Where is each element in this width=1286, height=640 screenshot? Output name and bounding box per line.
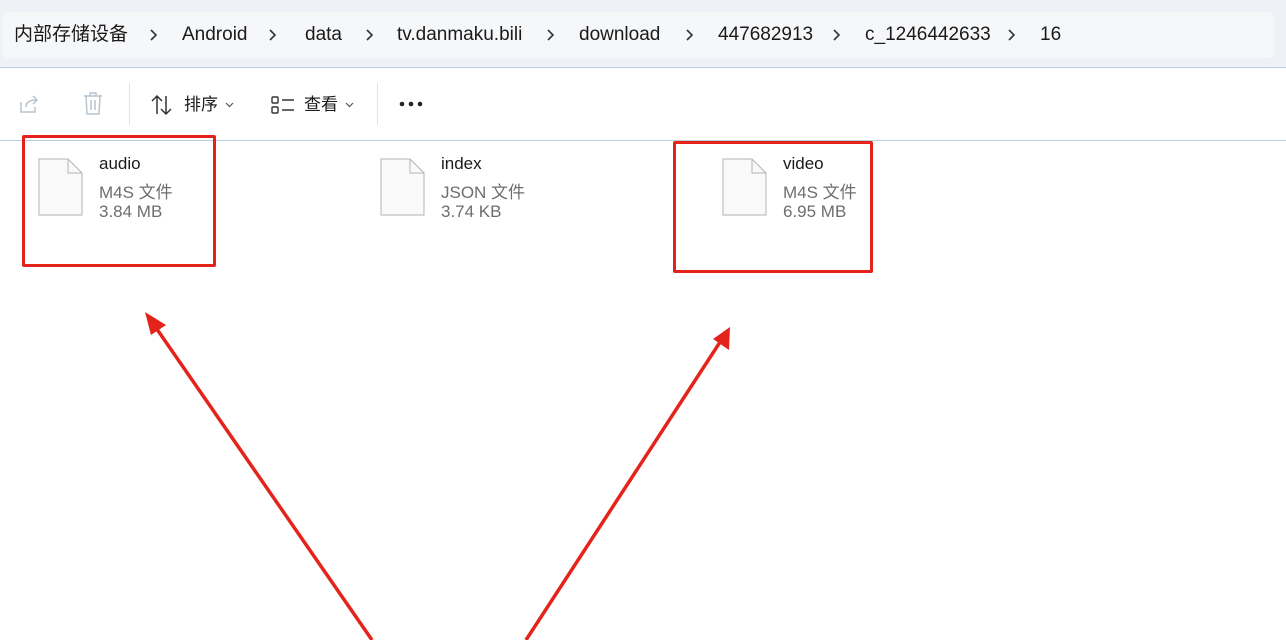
view-button[interactable]: 查看 [268, 90, 360, 120]
highlight-box-audio [22, 135, 216, 267]
file-item-index[interactable]: index JSON 文件 3.74 KB [380, 154, 580, 238]
chevron-down-icon [225, 102, 234, 108]
view-details-icon [271, 96, 294, 114]
breadcrumb-item-android[interactable]: Android [182, 23, 248, 47]
breadcrumb-item-16[interactable]: 16 [1040, 23, 1061, 47]
file-name: index [441, 154, 482, 173]
breadcrumb-item-internal-storage[interactable]: 内部存储设备 [14, 23, 128, 47]
sort-button[interactable]: 排序 [148, 90, 240, 120]
breadcrumb-item-bili[interactable]: tv.danmaku.bili [397, 23, 522, 47]
file-size: 3.74 KB [441, 202, 502, 221]
toolbar-divider [377, 83, 378, 125]
trash-icon[interactable] [82, 91, 104, 117]
more-icon[interactable] [398, 100, 424, 108]
file-explorer-window: 内部存储设备 Android data tv.danmaku.bili down… [0, 0, 1286, 640]
breadcrumb-item-447682913[interactable]: 447682913 [718, 23, 813, 47]
chevron-right-icon [833, 29, 841, 41]
sort-label: 排序 [184, 95, 218, 114]
breadcrumb-item-download[interactable]: download [579, 23, 660, 47]
arrow-to-audio [145, 312, 374, 640]
chevron-right-icon [686, 29, 694, 41]
share-icon[interactable] [17, 92, 41, 116]
toolbar-divider [129, 83, 130, 125]
chevron-down-icon [345, 102, 354, 108]
chevron-right-icon [1008, 29, 1016, 41]
breadcrumb-item-data[interactable]: data [305, 23, 342, 47]
file-icon [380, 158, 425, 216]
sort-icon [151, 94, 172, 116]
chevron-right-icon [547, 29, 555, 41]
chevron-right-icon [366, 29, 374, 41]
view-label: 查看 [304, 95, 338, 114]
command-bar: 排序 查看 [0, 68, 1286, 141]
chevron-right-icon [150, 29, 158, 41]
arrow-to-video [524, 327, 730, 640]
breadcrumb-item-c-1246442633[interactable]: c_1246442633 [865, 23, 991, 47]
highlight-box-video [673, 141, 873, 273]
file-type: JSON 文件 [441, 183, 526, 202]
chevron-right-icon [269, 29, 277, 41]
